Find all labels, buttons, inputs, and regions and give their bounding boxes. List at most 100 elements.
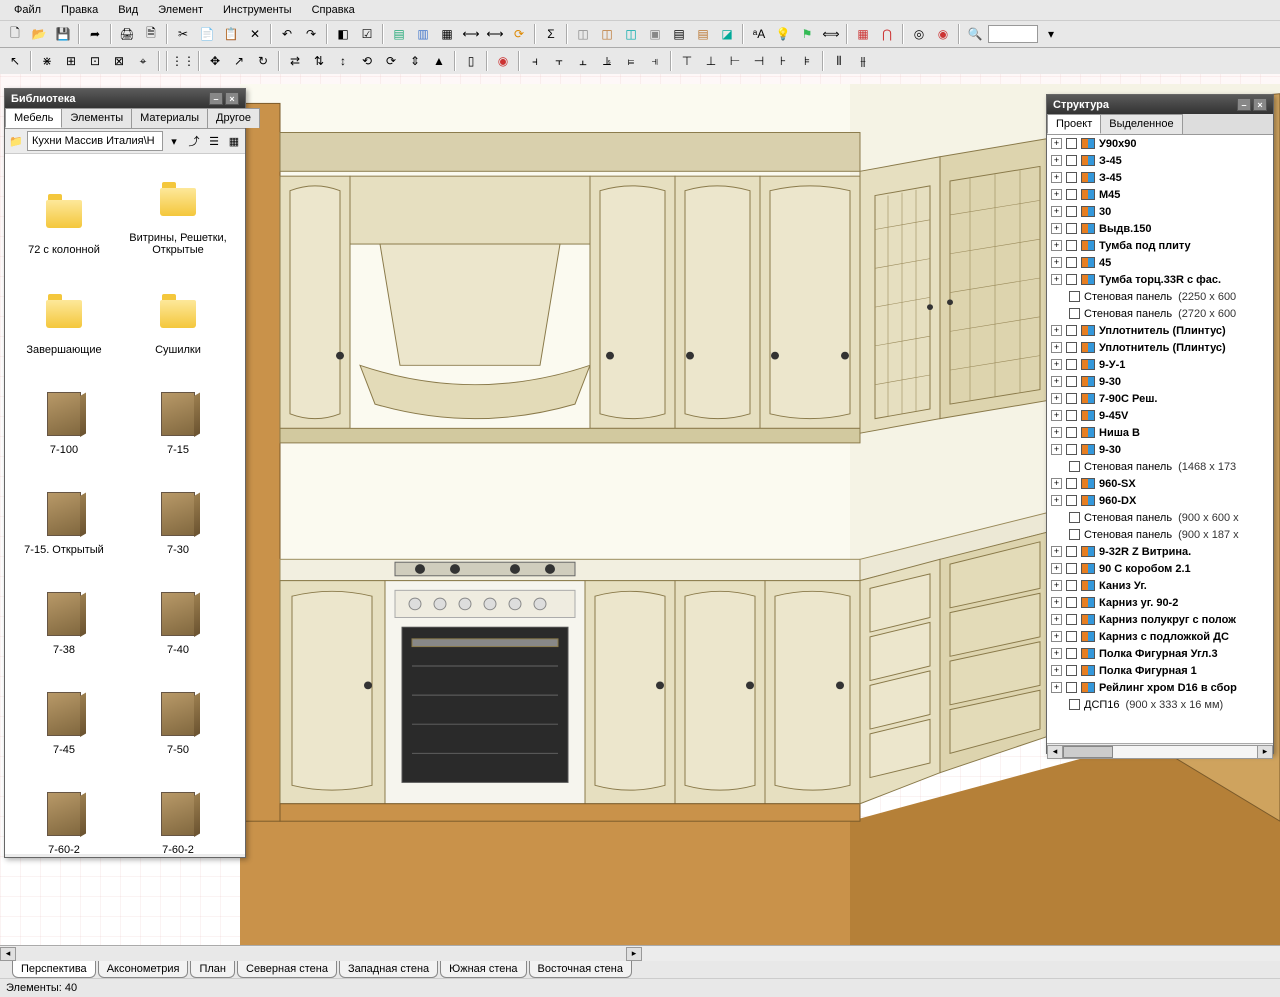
tree-node[interactable]: +Полка Фигурная Угл.3: [1047, 645, 1273, 662]
tree-node[interactable]: +9-30: [1047, 373, 1273, 390]
library-item[interactable]: 7-30: [121, 460, 235, 560]
tree-node[interactable]: +7-90С Реш.: [1047, 390, 1273, 407]
magnet-icon[interactable]: ⋂: [876, 23, 898, 45]
grid-snap-icon[interactable]: ⋮⋮: [172, 50, 194, 72]
expander-icon[interactable]: +: [1051, 206, 1062, 217]
align-icon[interactable]: ⫢: [620, 50, 642, 72]
close-icon[interactable]: ×: [1253, 98, 1267, 111]
grid-icon[interactable]: ▦: [852, 23, 874, 45]
refresh-icon[interactable]: ⟳: [508, 23, 530, 45]
tree-node[interactable]: +Тумба под плиту: [1047, 237, 1273, 254]
delete-icon[interactable]: ✕: [244, 23, 266, 45]
target-icon[interactable]: ◉: [492, 50, 514, 72]
tree-node[interactable]: +Карниз с подложкой ДС: [1047, 628, 1273, 645]
align-icon[interactable]: ⫠: [572, 50, 594, 72]
tree-node[interactable]: +Карниз полукруг с полож: [1047, 611, 1273, 628]
view-tab[interactable]: Западная стена: [339, 961, 438, 978]
library-item[interactable]: Витрины, Решетки, Открытые: [121, 160, 235, 260]
transform-icon[interactable]: ⇄: [284, 50, 306, 72]
box-icon[interactable]: ◫: [620, 23, 642, 45]
move-icon[interactable]: ✥: [204, 50, 226, 72]
tree-node[interactable]: +Выдв.150: [1047, 220, 1273, 237]
expander-icon[interactable]: +: [1051, 495, 1062, 506]
view-grid-icon[interactable]: ▦: [225, 132, 243, 150]
library-tab[interactable]: Другое: [207, 108, 260, 128]
align-icon[interactable]: ⫟: [548, 50, 570, 72]
checkbox[interactable]: [1066, 155, 1077, 166]
snap-icon[interactable]: ⊡: [84, 50, 106, 72]
checkbox[interactable]: [1066, 563, 1077, 574]
align-icon[interactable]: ⊢: [724, 50, 746, 72]
rotate-icon[interactable]: ↻: [252, 50, 274, 72]
checkbox[interactable]: [1069, 291, 1080, 302]
tree-node[interactable]: +30: [1047, 203, 1273, 220]
tool-icon[interactable]: ◧: [332, 23, 354, 45]
expander-icon[interactable]: +: [1051, 563, 1062, 574]
save-icon[interactable]: [52, 23, 74, 45]
library-item[interactable]: Завершающие: [7, 260, 121, 360]
library-titlebar[interactable]: Библиотека – ×: [5, 89, 245, 108]
print-preview-icon[interactable]: 🗎: [140, 23, 162, 45]
tree-node[interactable]: +Уплотнитель (Плинтус): [1047, 339, 1273, 356]
box-icon[interactable]: ◪: [716, 23, 738, 45]
menu-Правка[interactable]: Правка: [53, 2, 106, 18]
tree-node[interactable]: +90 С коробом 2.1: [1047, 560, 1273, 577]
tree-node[interactable]: +9-У-1: [1047, 356, 1273, 373]
structure-tab[interactable]: Проект: [1047, 114, 1101, 134]
checkbox[interactable]: [1066, 546, 1077, 557]
snap-icon[interactable]: ⌖: [132, 50, 154, 72]
distribute-icon[interactable]: ⫵: [852, 50, 874, 72]
checkbox[interactable]: [1066, 597, 1077, 608]
tree-node[interactable]: +960-SX: [1047, 475, 1273, 492]
dropdown-icon[interactable]: ▾: [165, 132, 183, 150]
checkbox[interactable]: [1066, 223, 1077, 234]
flag-icon[interactable]: ⚑: [796, 23, 818, 45]
structure-titlebar[interactable]: Структура – ×: [1047, 95, 1273, 114]
light-icon[interactable]: 💡: [772, 23, 794, 45]
undo-icon[interactable]: [276, 23, 298, 45]
align-icon[interactable]: ⫣: [644, 50, 666, 72]
folder-icon[interactable]: 📁: [7, 132, 25, 150]
checkbox[interactable]: [1066, 206, 1077, 217]
transform-icon[interactable]: ↕: [332, 50, 354, 72]
checkbox[interactable]: [1066, 393, 1077, 404]
export-icon[interactable]: ➦: [84, 23, 106, 45]
expander-icon[interactable]: +: [1051, 376, 1062, 387]
expander-icon[interactable]: +: [1051, 325, 1062, 336]
checkbox[interactable]: [1066, 325, 1077, 336]
expander-icon[interactable]: +: [1051, 614, 1062, 625]
tree-node[interactable]: Стеновая панель(2720 x 600: [1047, 305, 1273, 322]
target-icon[interactable]: ◎: [908, 23, 930, 45]
distribute-icon[interactable]: ⫴: [828, 50, 850, 72]
checkbox[interactable]: [1066, 342, 1077, 353]
align-icon[interactable]: ⊣: [748, 50, 770, 72]
checkbox[interactable]: [1066, 682, 1077, 693]
tree-node[interactable]: ДСП16(900 x 333 x 16 мм): [1047, 696, 1273, 713]
box-icon[interactable]: ◫: [596, 23, 618, 45]
expander-icon[interactable]: +: [1051, 172, 1062, 183]
library-item[interactable]: 7-38: [7, 560, 121, 660]
checkbox[interactable]: [1069, 699, 1080, 710]
transform-icon[interactable]: ⟲: [356, 50, 378, 72]
library-item[interactable]: 7-50: [121, 660, 235, 760]
tree-node[interactable]: Стеновая панель(1468 x 173: [1047, 458, 1273, 475]
checkbox[interactable]: [1066, 274, 1077, 285]
checkbox[interactable]: [1066, 614, 1077, 625]
box-icon[interactable]: ▣: [644, 23, 666, 45]
expander-icon[interactable]: +: [1051, 155, 1062, 166]
scroll-right-icon[interactable]: ▸: [1257, 745, 1273, 759]
copy-icon[interactable]: [196, 23, 218, 45]
tree-node[interactable]: Стеновая панель(2250 x 600: [1047, 288, 1273, 305]
library-path[interactable]: Кухни Массив Италия\Н: [27, 131, 163, 151]
checkbox[interactable]: [1066, 189, 1077, 200]
minimize-icon[interactable]: –: [1237, 98, 1251, 111]
checkbox[interactable]: [1066, 478, 1077, 489]
checkbox[interactable]: [1066, 257, 1077, 268]
minimize-icon[interactable]: –: [209, 92, 223, 105]
snap-icon[interactable]: ⊞: [60, 50, 82, 72]
structure-tab[interactable]: Выделенное: [1100, 114, 1182, 134]
redo-icon[interactable]: [300, 23, 322, 45]
library-tab[interactable]: Элементы: [61, 108, 132, 128]
checkbox[interactable]: [1066, 631, 1077, 642]
tree-node[interactable]: +У90х90: [1047, 135, 1273, 152]
